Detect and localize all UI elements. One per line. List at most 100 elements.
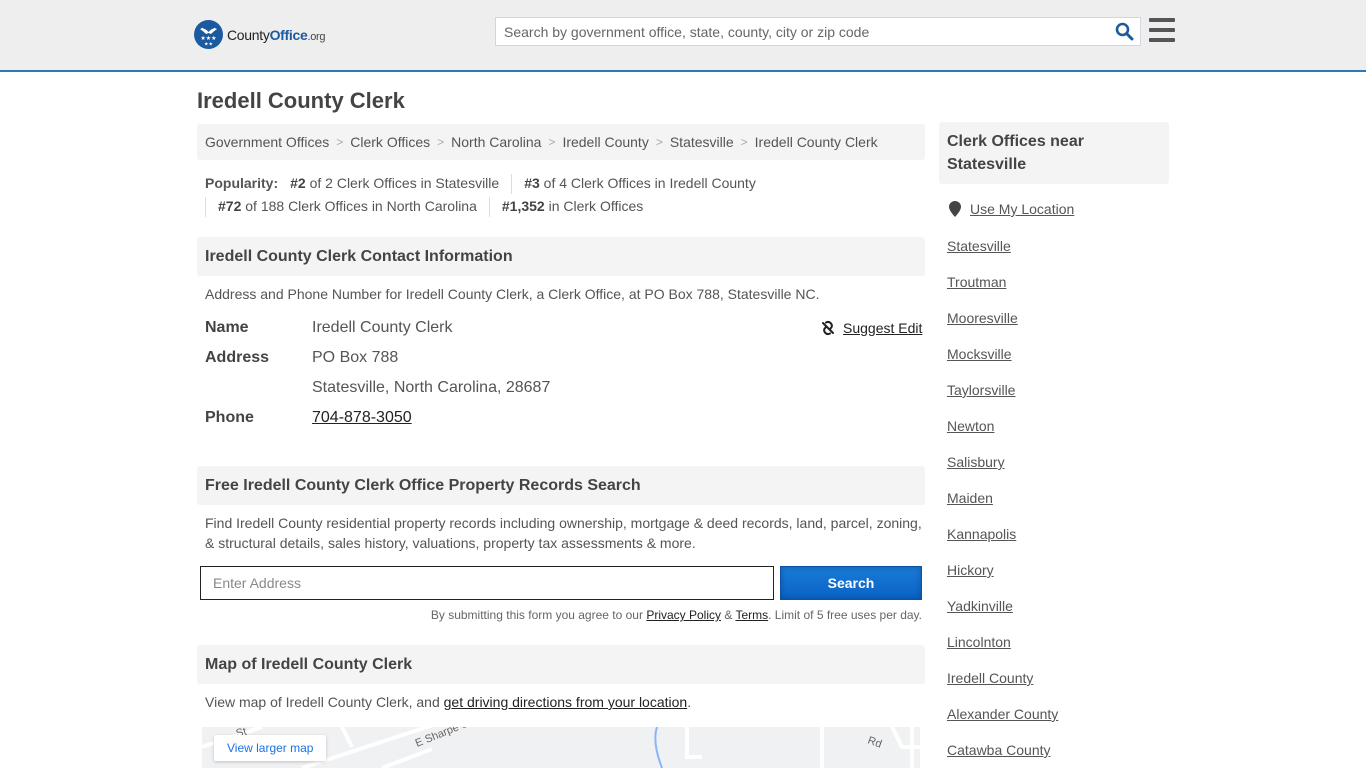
list-item: Taylorsville [947, 380, 1058, 416]
name-value: Iredell County Clerk [312, 319, 453, 336]
list-item: Yadkinville [947, 596, 1058, 632]
property-description: Find Iredell County residential property… [205, 515, 922, 551]
popularity-rank-state: #72 of 188 Clerk Offices in North Caroli… [218, 195, 489, 218]
list-item: Maiden [947, 488, 1058, 524]
list-item: Kannapolis [947, 524, 1058, 560]
site-search-input[interactable] [496, 18, 1108, 45]
nearby-link-iredell-county[interactable]: Iredell County [947, 670, 1033, 686]
breadcrumb-separator: > [548, 135, 556, 149]
logo-wordmark: CountyOffice.org [227, 26, 326, 43]
nearby-link-kannapolis[interactable]: Kannapolis [947, 526, 1016, 542]
breadcrumb-clerk-offices[interactable]: Clerk Offices [350, 134, 430, 150]
site-header: ★★★ ★★ CountyOffice.org [0, 0, 1366, 72]
phone-link[interactable]: 704-878-3050 [312, 409, 412, 427]
view-larger-map-link[interactable]: View larger map [214, 735, 327, 761]
site-search [495, 17, 1141, 46]
suggest-edit-link[interactable]: Suggest Edit [843, 320, 922, 336]
breadcrumb-separator: > [740, 135, 748, 149]
privacy-policy-link[interactable]: Privacy Policy [646, 608, 721, 622]
search-button[interactable] [1108, 18, 1140, 45]
nearby-link-mocksville[interactable]: Mocksville [947, 346, 1012, 362]
nearby-link-mooresville[interactable]: Mooresville [947, 310, 1018, 326]
address-input[interactable] [200, 566, 774, 600]
divider [488, 196, 490, 217]
rank-text: of 4 Clerk Offices in Iredell County [539, 175, 756, 191]
eagle-logo-icon: ★★★ ★★ [194, 20, 223, 49]
page-title: Iredell County Clerk [197, 88, 405, 113]
list-item: Mocksville [947, 344, 1058, 380]
logo-text-tld: .org [307, 30, 326, 43]
popularity-row: Popularity: #2 of 2 Clerk Offices in Sta… [205, 172, 925, 195]
rank-text: of 2 Clerk Offices in Statesville [305, 175, 500, 191]
breadcrumb-government-offices[interactable]: Government Offices [205, 134, 329, 150]
breadcrumb-current: Iredell County Clerk [754, 134, 878, 150]
property-search-button[interactable]: Search [780, 566, 922, 600]
name-label: Name [205, 319, 249, 336]
nearby-link-hickory[interactable]: Hickory [947, 562, 994, 578]
address-line1: PO Box 788 [312, 349, 399, 366]
info-row-address: Address PO Box 788 [205, 349, 398, 367]
property-section-heading: Free Iredell County Clerk Office Propert… [197, 466, 925, 505]
sidebar-heading: Clerk Offices near Statesville [939, 122, 1169, 184]
info-row-phone: Phone 704-878-3050 [205, 409, 412, 427]
broken-link-icon [822, 320, 834, 336]
contact-section-heading: Iredell County Clerk Contact Information [197, 237, 925, 276]
nearby-link-taylorsville[interactable]: Taylorsville [947, 382, 1015, 398]
popularity-rank-national: #1,352 in Clerk Offices [502, 195, 655, 218]
rank-number: #2 [290, 175, 306, 191]
list-item: Mooresville [947, 308, 1058, 344]
map-section-heading: Map of Iredell County Clerk [197, 645, 925, 684]
nearby-link-lincolnton[interactable]: Lincolnton [947, 634, 1011, 650]
rank-text: of 188 Clerk Offices in North Carolina [241, 198, 477, 214]
menu-bar [1149, 38, 1175, 42]
list-item: Salisbury [947, 452, 1058, 488]
breadcrumb-separator: > [437, 135, 445, 149]
rank-number: #1,352 [501, 198, 545, 214]
search-icon [1115, 22, 1133, 41]
popularity-rankings: Popularity: #2 of 2 Clerk Offices in Sta… [205, 172, 925, 218]
breadcrumb-statesville[interactable]: Statesville [670, 134, 734, 150]
use-my-location-link[interactable]: Use My Location [970, 201, 1074, 217]
map-description: View map of Iredell County Clerk, and ge… [205, 692, 925, 712]
popularity-rank-county: #3 of 4 Clerk Offices in Iredell County [524, 172, 768, 195]
breadcrumb-separator: > [336, 135, 344, 149]
rank-text: in Clerk Offices [544, 198, 644, 214]
nearby-link-newton[interactable]: Newton [947, 418, 994, 434]
driving-directions-link[interactable]: get driving directions from your locatio… [444, 694, 688, 710]
disclaimer-text: By submitting this form you agree to our [430, 608, 647, 622]
logo-text-office: Office [269, 26, 308, 43]
list-item: Hickory [947, 560, 1058, 596]
breadcrumb: Government Offices > Clerk Offices > Nor… [197, 124, 925, 160]
menu-bar [1149, 28, 1175, 32]
rank-number: #72 [218, 198, 242, 214]
nearby-link-alexander-county[interactable]: Alexander County [947, 706, 1058, 722]
suggest-edit: Suggest Edit [820, 320, 922, 336]
nearby-link-statesville[interactable]: Statesville [947, 238, 1011, 254]
list-item: Troutman [947, 272, 1058, 308]
terms-link[interactable]: Terms [735, 608, 768, 622]
breadcrumb-separator: > [655, 135, 663, 149]
logo-text-county: County [227, 26, 270, 43]
menu-bar [1149, 18, 1175, 22]
nearby-link-maiden[interactable]: Maiden [947, 490, 993, 506]
embedded-map[interactable]: E Sharpe St Rd St View larger map [202, 727, 920, 768]
address-label: Address [205, 349, 270, 366]
list-item: Alexander County [947, 704, 1058, 740]
rank-number: #3 [524, 175, 540, 191]
nearby-link-catawba-county[interactable]: Catawba County [947, 742, 1051, 758]
hamburger-menu-icon[interactable] [1149, 18, 1175, 42]
breadcrumb-iredell-county[interactable]: Iredell County [562, 134, 648, 150]
nearby-link-yadkinville[interactable]: Yadkinville [947, 598, 1013, 614]
street-label: Rd [866, 735, 883, 751]
address-line2: Statesville, North Carolina, 28687 [312, 379, 551, 396]
nearby-link-salisbury[interactable]: Salisbury [947, 454, 1005, 470]
nearby-link-troutman[interactable]: Troutman [947, 274, 1006, 290]
map-description-text: View map of Iredell County Clerk, and [205, 694, 444, 710]
nearby-offices-list: Statesville Troutman Mooresville Mocksvi… [947, 236, 1058, 776]
disclaimer-text: . Limit of 5 free uses per day. [768, 608, 922, 622]
popularity-row: #72 of 188 Clerk Offices in North Caroli… [205, 195, 925, 218]
list-item: Iredell County [947, 668, 1058, 704]
site-logo[interactable]: ★★★ ★★ CountyOffice.org [194, 20, 326, 49]
breadcrumb-north-carolina[interactable]: North Carolina [451, 134, 541, 150]
